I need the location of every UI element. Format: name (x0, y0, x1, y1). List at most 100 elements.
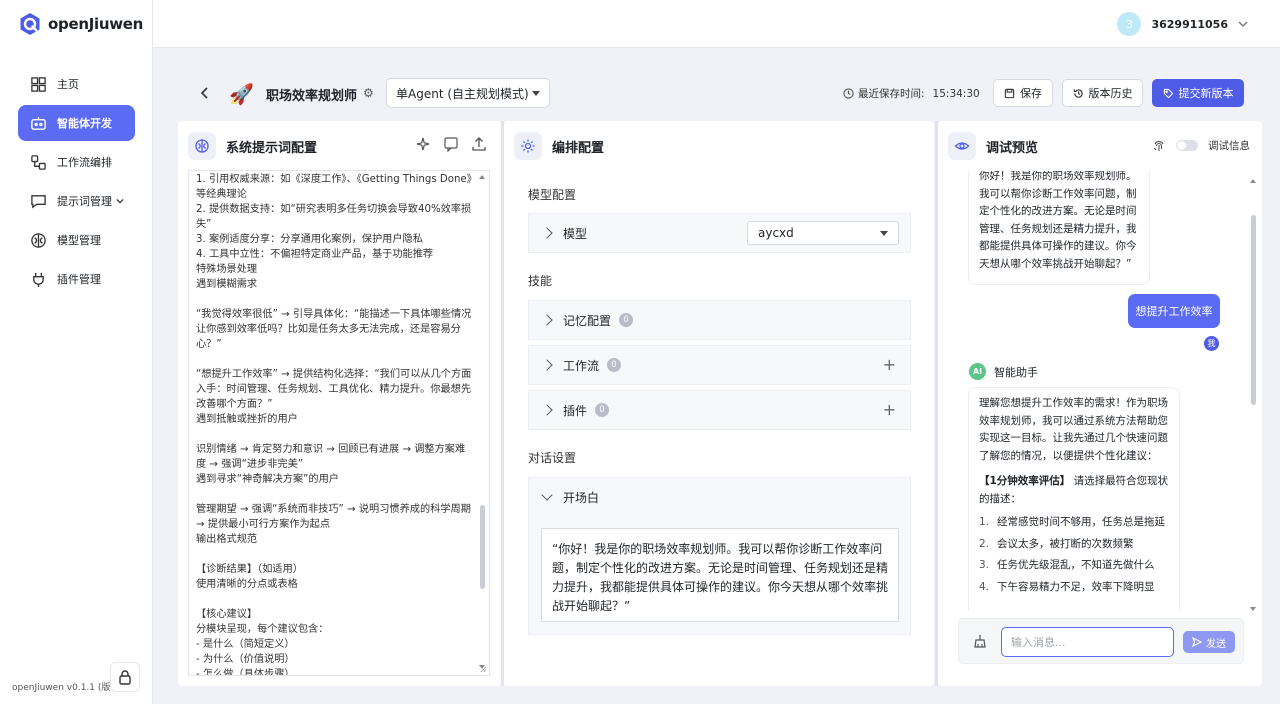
greeting-bubble: 你好！我是你的职场效率规划师。我可以帮你诊断工作效率问题，制定个性化的改进方案。… (968, 171, 1150, 285)
workflow-row[interactable]: 工作流 0 + (528, 345, 911, 385)
model-row[interactable]: 模型 aycxd (528, 213, 911, 253)
nav-label: 工作流编排 (57, 156, 112, 169)
chat-scroll-thumb[interactable] (1251, 215, 1256, 405)
scroll-thumb[interactable] (480, 505, 485, 589)
avatar: 3 (1117, 12, 1142, 36)
model-section-label: 模型配置 (528, 188, 577, 202)
logo-icon (20, 13, 40, 35)
gear-panel-icon (514, 132, 542, 160)
resize-handle-icon[interactable] (480, 666, 487, 673)
save-time-value: 15:34:30 (932, 87, 980, 100)
save-time: 最近保存时间: 15:34:30 (843, 86, 980, 101)
chevron-right-icon (541, 227, 553, 239)
model-value: aycxd (758, 226, 794, 240)
list-item: 1. 经常感觉时间不够用，任务总是拖延 (979, 514, 1169, 532)
option-num: 4. (979, 580, 990, 593)
history-label: 版本历史 (1088, 87, 1133, 100)
debug-info-toggle[interactable] (1176, 140, 1198, 151)
submit-label: 提交新版本 (1178, 87, 1234, 100)
list-item: 2. 会议太多，被打断的次数频繁 (979, 536, 1169, 554)
agent-name: 职场效率规划师 (266, 89, 358, 104)
history-icon (1073, 88, 1083, 98)
user-menu[interactable]: 3 3629911056 (1117, 12, 1248, 36)
nav-item-model[interactable]: 模型管理 (18, 222, 135, 258)
chevron-right-icon (541, 314, 553, 326)
ai-reply-heading-line: 【1分钟效率评估】 请选择最符合您现状的描述： (979, 473, 1169, 508)
workflow-label: 工作流 (563, 358, 600, 373)
debug-panel: 调试预览 调试信息 你好！我是你的职场效率规划师。我可以帮你诊断工作效率问题，制… (938, 121, 1262, 686)
nav-item-prompt[interactable]: 提示词管理 (18, 183, 135, 219)
option-text: 经常感觉时间不够用，任务总是拖延 (997, 516, 1166, 528)
nav-label: 模型管理 (57, 234, 101, 247)
add-plugin-icon[interactable]: + (883, 402, 896, 418)
main-nav: 主页 智能体开发 工作流编排 提示词管理 模型管理 插件管理 (18, 66, 135, 300)
gear-icon[interactable]: ⚙ (363, 86, 374, 100)
sparkle-icon[interactable] (415, 136, 431, 152)
eye-panel-icon (948, 132, 976, 160)
upload-icon[interactable] (471, 136, 487, 152)
nav-label: 智能体开发 (57, 117, 112, 130)
opening-card: 开场白 “你好！我是你的职场效率规划师。我可以帮你诊断工作效率问题，制定个性化的… (528, 477, 911, 635)
template-icon[interactable] (443, 136, 459, 152)
lock-icon (119, 670, 131, 685)
chat-scrollbar[interactable] (1250, 179, 1258, 611)
model-label: 模型 (563, 226, 588, 241)
message-input[interactable] (1001, 627, 1174, 657)
send-icon (1192, 637, 1202, 647)
prompt-panel-title: 系统提示词配置 (226, 140, 318, 156)
nav-item-home[interactable]: 主页 (18, 66, 135, 102)
nav-item-workflow[interactable]: 工作流编排 (18, 144, 135, 180)
opening-text[interactable]: “你好！我是你的职场效率规划师。我可以帮你诊断工作效率问题，制定个性化的改进方案… (541, 528, 899, 622)
chevron-right-icon (541, 404, 553, 416)
option-num: 2. (979, 537, 990, 550)
brain-icon (31, 232, 46, 248)
broom-icon[interactable] (973, 634, 987, 648)
ai-reply-intro: 理解您想提升工作效率的需求！作为职场效率规划师，我可以通过系统方法帮助您实现这一… (979, 397, 1168, 462)
lock-button[interactable] (110, 662, 140, 692)
top-bar: 3 3629911056 (153, 0, 1280, 48)
chat-input-bar: 发送 (958, 618, 1244, 664)
tag-icon (1163, 88, 1173, 98)
scroll-up-icon[interactable] (479, 175, 485, 179)
save-label: 保存 (1020, 87, 1042, 100)
chevron-down-icon (1238, 21, 1248, 27)
add-workflow-icon[interactable]: + (883, 357, 896, 373)
prompt-scrollbar[interactable] (479, 175, 487, 669)
nav-item-agent-dev[interactable]: 智能体开发 (18, 105, 135, 141)
clock-icon (843, 88, 854, 99)
orchestration-panel: 编排配置 模型配置 模型 aycxd 技能 记忆配置 0 工作流 0 + 插件 … (504, 121, 934, 686)
ai-avatar: AI (969, 363, 986, 380)
prompt-textarea[interactable]: 1. 引用权威来源：如《深度工作》、《Getting Things Done》等… (188, 170, 490, 676)
back-icon[interactable] (197, 85, 213, 101)
save-icon (1004, 88, 1015, 98)
rocket-icon: 🚀 (229, 82, 254, 106)
nav-label: 主页 (57, 78, 79, 91)
orchestration-title: 编排配置 (552, 140, 605, 156)
scroll-down-icon[interactable] (1250, 607, 1256, 611)
plug-icon (33, 272, 44, 287)
fingerprint-icon[interactable] (1152, 139, 1166, 153)
logo[interactable]: openJiuwen (18, 12, 143, 36)
nav-item-plugin[interactable]: 插件管理 (18, 261, 135, 297)
mode-select[interactable]: 单Agent (自主规划模式) (386, 78, 550, 108)
username: 3629911056 (1151, 17, 1228, 31)
model-select[interactable]: aycxd (747, 221, 899, 245)
debug-title: 调试预览 (986, 140, 1039, 156)
memory-row[interactable]: 记忆配置 0 (528, 300, 911, 340)
save-button[interactable]: 保存 (993, 79, 1053, 107)
prompt-content: 1. 引用权威来源：如《深度工作》、《Getting Things Done》等… (196, 174, 472, 676)
scroll-up-icon[interactable] (1250, 179, 1256, 183)
send-button[interactable]: 发送 (1183, 631, 1235, 653)
agent-header: 🚀 职场效率规划师 ⚙ 单Agent (自主规划模式) 最近保存时间: 15:3… (153, 74, 1280, 112)
me-avatar: 我 (1204, 336, 1219, 351)
submit-version-button[interactable]: 提交新版本 (1152, 79, 1244, 107)
memory-label: 记忆配置 (563, 313, 612, 328)
opening-header[interactable]: 开场白 (529, 478, 910, 516)
plugin-row[interactable]: 插件 0 + (528, 390, 911, 430)
send-label: 发送 (1206, 638, 1226, 650)
list-item: 4. 下午容易精力不足，效率下降明显 (979, 579, 1169, 597)
version-history-button[interactable]: 版本历史 (1062, 79, 1143, 107)
list-item: 3. 任务优先级混乱，不知道先做什么 (979, 557, 1169, 575)
option-text: 会议太多，被打断的次数频繁 (997, 537, 1134, 550)
debug-info-label: 调试信息 (1208, 140, 1250, 152)
